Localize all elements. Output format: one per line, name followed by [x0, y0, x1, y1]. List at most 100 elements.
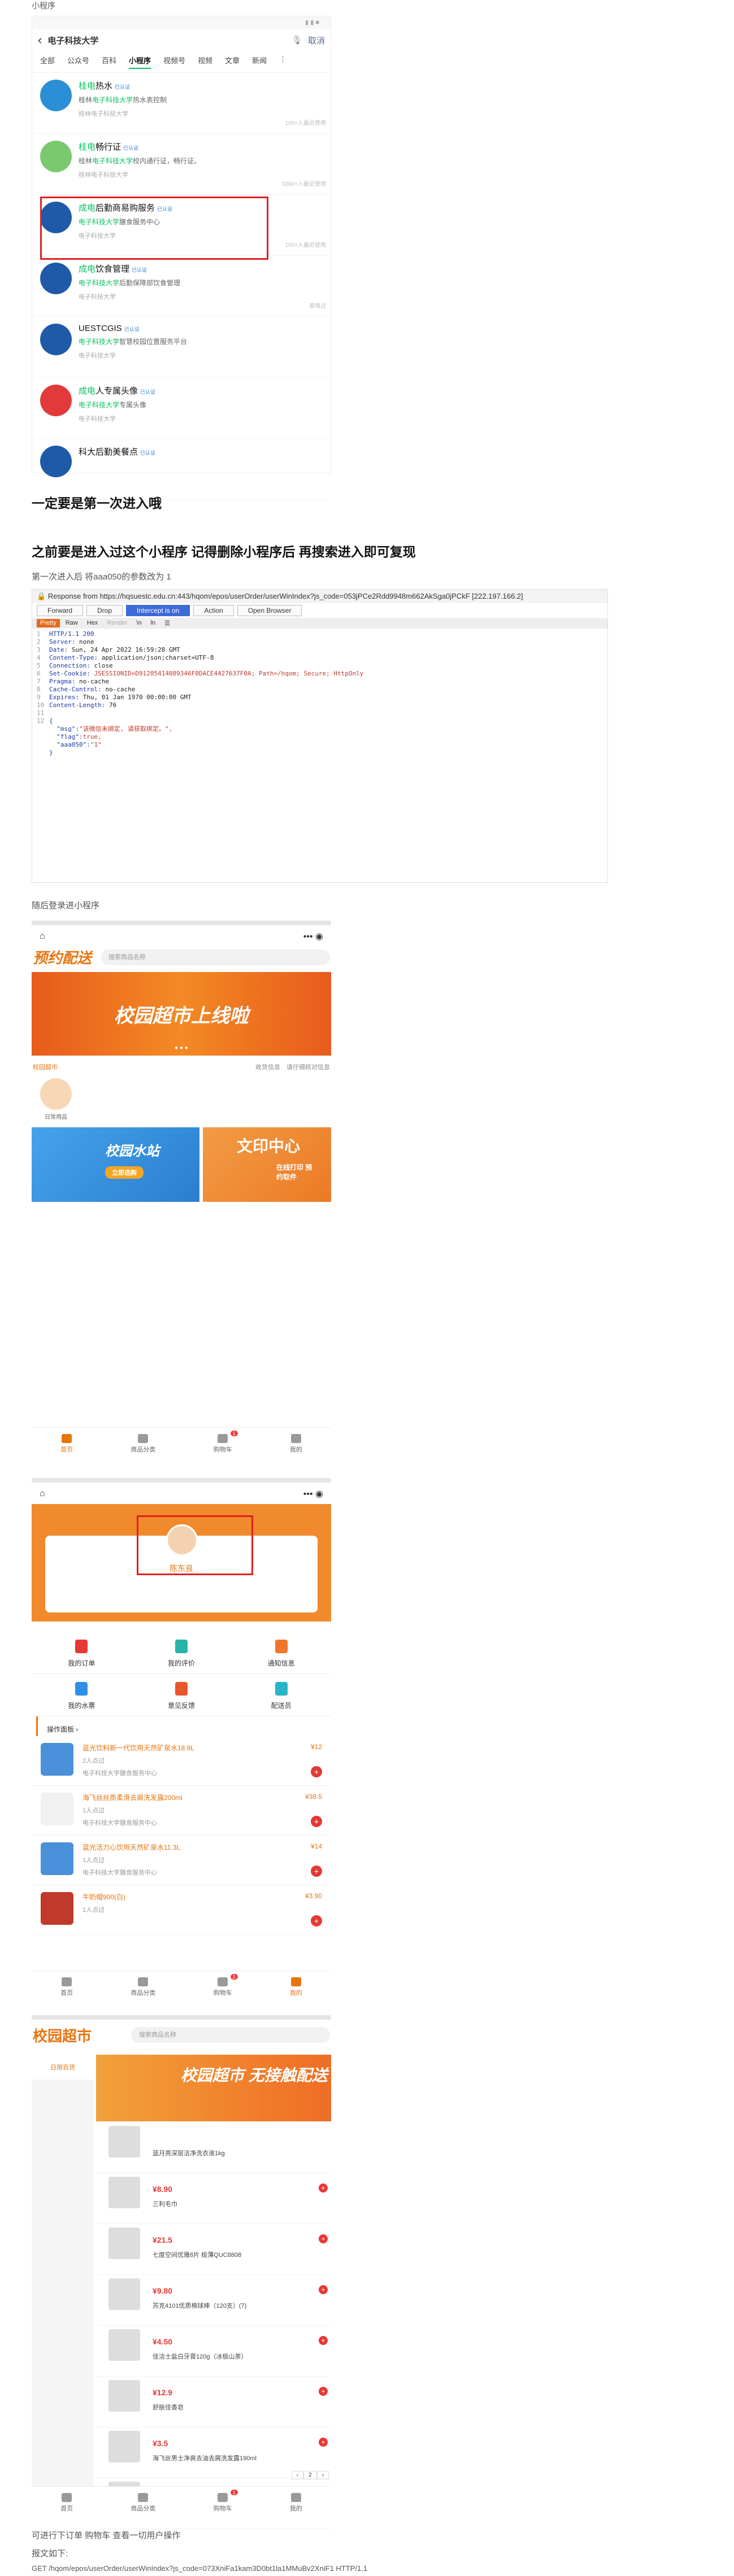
add-to-cart-icon[interactable]: +: [311, 1766, 322, 1777]
search-result[interactable]: 科大后勤美餐点 已认证: [32, 439, 331, 500]
intercept-toggle[interactable]: Intercept is on: [126, 605, 190, 616]
close-icon[interactable]: ◉: [315, 1489, 323, 1499]
response-body[interactable]: 1 HTTP/1.1 200 2 Server: none 3 Date: Sun, 24…: [32, 629, 607, 759]
pretty-tab[interactable]: Pretty: [37, 619, 60, 627]
more-icon[interactable]: •••: [303, 1489, 313, 1499]
burp-intercept-panel: 🔒 Response from https://hqsuestc.edu.cn:…: [32, 589, 608, 883]
menu-courier[interactable]: 配送员: [231, 1674, 331, 1716]
tab[interactable]: 视频号: [163, 55, 185, 69]
response-line: "flag":true,: [49, 733, 102, 740]
cart-count-badge: 1: [230, 1974, 238, 1980]
nav-home[interactable]: 首页: [60, 1434, 73, 1454]
home-icon[interactable]: ⌂: [40, 931, 45, 942]
product-row[interactable]: ¥21.5 七度空间优雅8片 极薄QUC8808 +: [96, 2224, 331, 2275]
nav-category[interactable]: 商品分类: [131, 2493, 155, 2513]
pager-next[interactable]: ›: [316, 2471, 329, 2479]
product-image: [108, 2126, 140, 2157]
tab-miniprogram[interactable]: 小程序: [129, 55, 151, 69]
add-to-cart-icon[interactable]: +: [319, 2285, 328, 2294]
menu-water-tickets[interactable]: 我的水票: [32, 1674, 132, 1716]
menu-my-reviews[interactable]: 我的评价: [131, 1632, 232, 1674]
tab[interactable]: 新闻: [252, 55, 267, 69]
product-row[interactable]: 蓝光活力心饮用天然矿泉水11.3L 1人点过 电子科技大学膳食服务中心 ¥14 +: [32, 1836, 331, 1885]
nav-home[interactable]: 首页: [60, 2493, 73, 2513]
add-to-cart-icon[interactable]: +: [311, 1816, 322, 1827]
action-button[interactable]: Action: [193, 605, 234, 616]
add-to-cart-icon[interactable]: +: [319, 2438, 328, 2447]
add-to-cart-icon[interactable]: +: [319, 2336, 328, 2345]
product-image: [41, 1842, 73, 1875]
banner[interactable]: 校园超市上线啦 ● ● ●: [32, 972, 331, 1056]
nav-cart[interactable]: 1 购物车: [214, 1431, 238, 1454]
search-input[interactable]: 搜索商品名称: [131, 2027, 330, 2043]
product-row[interactable]: ¥4.50 佳洁士盐白牙膏120g（冰极山茶） +: [96, 2326, 331, 2377]
user-icon: [290, 1977, 301, 1986]
more-icon[interactable]: •••: [303, 932, 313, 942]
nav-category[interactable]: 商品分类: [131, 1977, 155, 1997]
menu-notices[interactable]: 通知信息: [231, 1632, 331, 1674]
nav-cart[interactable]: 1 购物车: [214, 2490, 238, 2513]
ln-toggle[interactable]: ln: [147, 619, 159, 627]
tab[interactable]: 全部: [40, 55, 55, 69]
nav-category[interactable]: 商品分类: [131, 1434, 155, 1454]
back-icon[interactable]: ‹: [38, 33, 42, 47]
tab[interactable]: 百科: [102, 55, 116, 69]
sidebar-item-daily[interactable]: 日用百货: [32, 2055, 94, 2080]
add-to-cart-icon[interactable]: +: [311, 1915, 322, 1926]
tab[interactable]: 文章: [225, 55, 240, 69]
nav-mine[interactable]: 我的: [290, 1977, 302, 1997]
product-row[interactable]: 蓝光饮料新一代饮用天然矿泉水18.9L 2人点过 电子科技大学膳食服务中心 ¥12 +: [32, 1736, 331, 1786]
response-line: 4 Content-Type: application/json;charset=…: [37, 654, 214, 661]
search-result[interactable]: 桂电畅行证 已认证 桂林电子科技大学校内通行证，畅行证。 桂林电子科技大学 1000+人…: [32, 134, 331, 195]
search-result[interactable]: 成电饮食管理 已认证 电子科技大学后勤保障部饮食管理 电子科技大学 曾用过: [32, 256, 331, 317]
product-row[interactable]: 海飞丝丝质柔滑去屑洗发露200ml 1人点过 电子科技大学膳食服务中心 ¥38.5 +: [32, 1786, 331, 1836]
render-tab[interactable]: Render: [103, 619, 131, 627]
result-usage: 曾用过: [309, 303, 326, 310]
home-icon[interactable]: ⌂: [40, 1489, 45, 1499]
more-icon[interactable]: ⋮: [279, 55, 286, 69]
menu-my-orders[interactable]: 我的订单: [32, 1632, 132, 1674]
product-row[interactable]: ¥12.9 舒肤佳香皂 +: [96, 2377, 331, 2427]
category-card[interactable]: 日常用品: [37, 1078, 75, 1121]
nav-cart[interactable]: 1 购物车: [214, 1974, 238, 1997]
print-center-tile[interactable]: 文印中心 在线打印 预约取件: [203, 1127, 331, 1202]
menu-feedback[interactable]: 意见反馈: [131, 1674, 232, 1716]
add-to-cart-icon[interactable]: +: [319, 2183, 328, 2193]
response-line: }: [49, 749, 53, 756]
search-input[interactable]: 电子科技大学: [47, 34, 286, 46]
product-row[interactable]: 牛奶帽900(白) 1人点过 ¥3.90 +: [32, 1885, 331, 1935]
product-row[interactable]: ¥9.80 苏克4101优质棉球棒（120支）(7) +: [96, 2275, 331, 2326]
wallet-icon: [275, 1682, 288, 1696]
open-browser-button[interactable]: Open Browser: [237, 605, 302, 616]
water-station-tile[interactable]: 校园水站 立即选购: [32, 1127, 199, 1202]
forward-button[interactable]: Forward: [37, 605, 84, 616]
hex-tab[interactable]: Hex: [84, 619, 102, 627]
raw-tab[interactable]: Raw: [62, 619, 81, 627]
product-name: 佳洁士盐白牙膏120g（冰极山茶）: [153, 2353, 247, 2360]
search-input[interactable]: 搜索商品名称: [101, 949, 330, 965]
newline-toggle[interactable]: \n: [133, 619, 145, 627]
cancel-button[interactable]: 取消: [308, 34, 325, 46]
add-to-cart-icon[interactable]: +: [319, 2387, 328, 2396]
menu-icon[interactable]: ☰: [161, 619, 173, 627]
add-to-cart-icon[interactable]: +: [311, 1865, 322, 1877]
nav-mine[interactable]: 我的: [290, 1434, 302, 1454]
nav-home[interactable]: 首页: [60, 1977, 73, 1997]
mic-icon[interactable]: 🎙: [292, 35, 302, 45]
category-banner[interactable]: 校园超市 无接触配送: [96, 2055, 331, 2121]
pager-page[interactable]: 2: [303, 2471, 317, 2479]
pager-prev[interactable]: ‹: [291, 2471, 304, 2479]
add-to-cart-icon[interactable]: +: [319, 2234, 328, 2243]
tab[interactable]: 视频: [198, 55, 212, 69]
search-result[interactable]: UESTCGIS 已认证 电子科技大学智慧校园位置服务平台 电子科技大学: [32, 317, 331, 378]
result-title: UESTCGIS 已认证: [79, 324, 140, 333]
nav-mine[interactable]: 我的: [290, 2493, 302, 2513]
close-icon[interactable]: ◉: [315, 932, 323, 942]
product-row[interactable]: 蓝月亮深层洁净洗衣液1kg: [96, 2122, 331, 2173]
search-result[interactable]: 桂电热水 已认证 桂林电子科技大学热水表控制 桂林电子科技大学 100+人最近使用: [32, 73, 331, 134]
tab[interactable]: 公众号: [67, 55, 89, 69]
search-result[interactable]: 成电人专属头像 已认证 电子科技大学专属头像 电子科技大学: [32, 378, 331, 439]
drop-button[interactable]: Drop: [86, 605, 123, 616]
miniprogram-logo-icon: [40, 141, 72, 172]
product-row[interactable]: ¥8.90 三利毛巾 +: [96, 2173, 331, 2224]
